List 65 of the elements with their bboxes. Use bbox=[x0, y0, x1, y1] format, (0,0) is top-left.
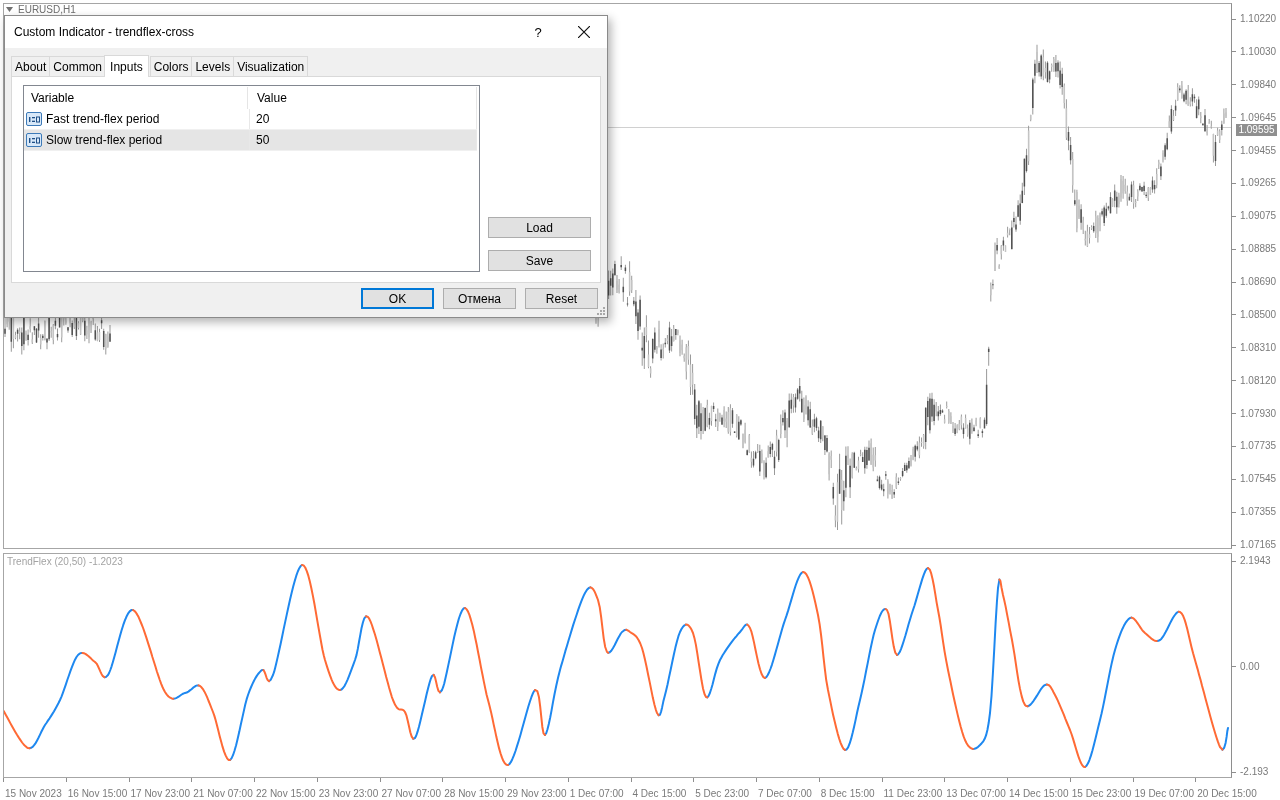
table-cell: Fast trend-flex period bbox=[46, 112, 160, 126]
price-axis-label: 1.08500 bbox=[1240, 308, 1277, 321]
time-axis-label: 19 Dec 07:00 bbox=[1134, 788, 1194, 799]
cancel-button[interactable]: Отмена bbox=[443, 288, 516, 309]
time-axis-label: 7 Dec 07:00 bbox=[758, 788, 812, 799]
price-axis-label: 1.07735 bbox=[1240, 440, 1277, 453]
time-axis-label: 13 Dec 07:00 bbox=[946, 788, 1006, 799]
time-axis-label: 16 Nov 15:00 bbox=[67, 788, 128, 799]
time-axis-label: 29 Nov 23:00 bbox=[507, 788, 567, 799]
tab[interactable]: Inputs bbox=[104, 55, 149, 77]
price-axis-label: 1.07165 bbox=[1240, 539, 1277, 551]
price-axis-label: 1.09645 bbox=[1240, 111, 1277, 124]
save-button[interactable]: Save bbox=[488, 250, 591, 271]
number-field-icon bbox=[26, 111, 42, 127]
price-axis-label: 1.09265 bbox=[1240, 177, 1277, 190]
price-axis-label: 1.09840 bbox=[1240, 78, 1277, 91]
price-axis-label: 1.10220 bbox=[1240, 13, 1277, 25]
time-axis-label: 15 Nov 2023 bbox=[5, 788, 62, 799]
help-button[interactable]: ? bbox=[515, 16, 561, 48]
time-axis-label: 28 Nov 15:00 bbox=[444, 788, 504, 799]
tab[interactable]: Visualization bbox=[233, 56, 309, 76]
time-axis-label: 14 Dec 15:00 bbox=[1009, 788, 1069, 799]
indicator-axis-label: 2.1943 bbox=[1240, 555, 1271, 567]
time-axis-label: 8 Dec 15:00 bbox=[820, 788, 875, 799]
number-field-icon bbox=[26, 132, 42, 148]
table-cell: 20 bbox=[256, 112, 270, 126]
time-axis-label: 23 Nov 23:00 bbox=[318, 788, 379, 799]
price-axis-label: 1.08310 bbox=[1240, 341, 1277, 354]
indicator-axis-label: -2.193 bbox=[1240, 766, 1269, 778]
price-axis-label: 1.07545 bbox=[1240, 473, 1277, 486]
table-row[interactable]: Fast trend-flex period 20 bbox=[24, 109, 477, 130]
time-axis-label: 27 Nov 07:00 bbox=[381, 788, 441, 799]
price-axis-label: 1.08690 bbox=[1240, 276, 1277, 288]
time-axis-label: 21 Nov 07:00 bbox=[193, 788, 253, 799]
time-axis-label: 11 Dec 23:00 bbox=[883, 788, 943, 799]
price-axis-label: 1.09455 bbox=[1240, 144, 1277, 157]
time-axis-label: 22 Nov 15:00 bbox=[256, 788, 316, 799]
time-axis-label: 5 Dec 23:00 bbox=[695, 788, 750, 799]
time-axis-label: 15 Dec 23:00 bbox=[1071, 788, 1132, 799]
reset-button[interactable]: Reset bbox=[525, 288, 598, 309]
load-button[interactable]: Load bbox=[488, 217, 591, 238]
ok-button[interactable]: OK bbox=[361, 288, 434, 309]
indicator-label: TrendFlex (20,50) -1.2023 bbox=[7, 556, 123, 568]
price-axis-label: 1.08885 bbox=[1240, 243, 1277, 256]
indicator-axis-label: 0.00 bbox=[1240, 660, 1260, 673]
caret-icon[interactable] bbox=[6, 7, 13, 12]
current-price-badge: 1.09595 bbox=[1236, 124, 1277, 136]
resize-grip-icon[interactable] bbox=[597, 307, 605, 315]
dialog-title: Custom Indicator - trendflex-cross bbox=[13, 25, 196, 39]
table-cell: 50 bbox=[256, 133, 270, 147]
chart-symbol-label: EURUSD,H1 bbox=[18, 4, 76, 15]
tab[interactable]: Colors bbox=[149, 56, 193, 76]
price-axis-label: 1.07355 bbox=[1240, 506, 1277, 519]
time-axis-label: 17 Nov 23:00 bbox=[130, 788, 190, 799]
close-icon bbox=[578, 26, 590, 38]
price-axis-label: 1.08120 bbox=[1240, 374, 1277, 387]
time-axis-label: 1 Dec 07:00 bbox=[569, 788, 624, 799]
time-axis-label: 4 Dec 15:00 bbox=[632, 788, 687, 799]
time-axis-label: 20 Dec 15:00 bbox=[1197, 788, 1257, 799]
table-row[interactable]: Slow trend-flex period 50 bbox=[24, 130, 477, 151]
price-axis-label: 1.10030 bbox=[1240, 45, 1277, 58]
table-cell: Slow trend-flex period bbox=[46, 133, 163, 147]
tab[interactable]: About bbox=[11, 56, 51, 76]
price-axis-label: 1.07930 bbox=[1240, 407, 1277, 420]
price-axis-label: 1.09075 bbox=[1240, 210, 1277, 223]
